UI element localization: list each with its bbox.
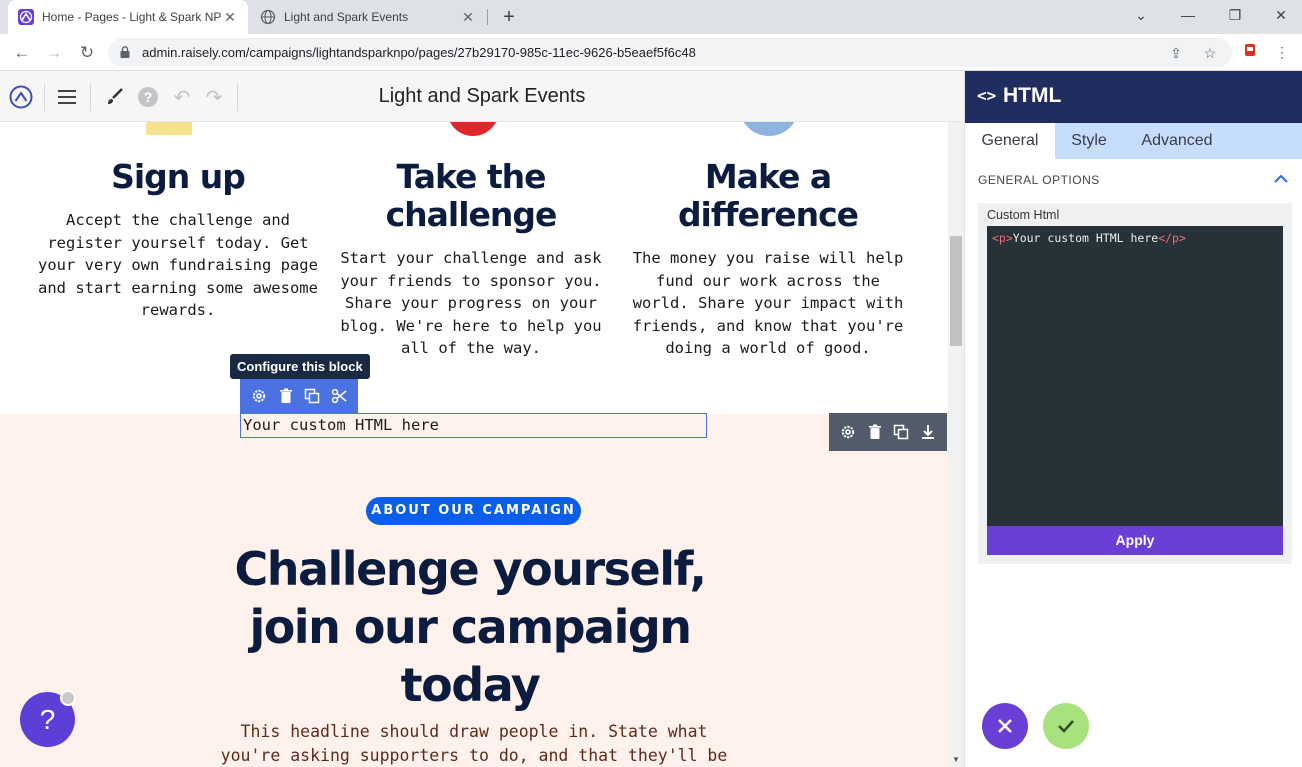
trash-icon[interactable] — [864, 421, 886, 443]
block-toolbar — [240, 379, 358, 413]
lock-icon — [118, 45, 132, 59]
tab-general[interactable]: General — [965, 123, 1055, 159]
chevron-down-icon[interactable]: ⌄ — [1118, 0, 1164, 30]
window-close-icon[interactable]: ✕ — [1258, 0, 1302, 30]
code-editor[interactable]: <p>Your custom HTML here</p> — [987, 226, 1283, 526]
step-sign-up: Sign up Accept the challenge and registe… — [38, 122, 318, 322]
star-icon[interactable]: ☆ — [1200, 43, 1220, 63]
panel-title: HTML — [1003, 84, 1062, 107]
tab-divider — [487, 9, 488, 25]
settings-panel: <> HTML General Style Advanced GENERAL O… — [964, 71, 1302, 767]
help-status-dot — [60, 690, 76, 706]
apply-button[interactable]: Apply — [987, 526, 1283, 555]
more-menu-icon[interactable]: ⋮ — [1272, 42, 1292, 62]
duplicate-icon[interactable] — [890, 421, 912, 443]
close-icon — [998, 719, 1012, 733]
campaign-headline: Challenge yourself, join our campaign to… — [234, 542, 707, 712]
step-make-difference: Make a difference The money you raise wi… — [628, 122, 908, 360]
download-icon[interactable] — [917, 421, 939, 443]
reload-icon[interactable]: ↻ — [75, 41, 99, 65]
custom-html-block[interactable]: Your custom HTML here — [240, 413, 707, 438]
panel-header: <> HTML — [965, 71, 1302, 123]
about-campaign-pill[interactable]: ABOUT OUR CAMPAIGN — [366, 497, 581, 525]
step-text: The money you raise will help fund our w… — [632, 249, 904, 357]
cancel-button[interactable] — [982, 703, 1028, 749]
tab-home-pages[interactable]: Home - Pages - Light & Spark NPO ✕ — [8, 0, 248, 34]
tab-advanced[interactable]: Advanced — [1129, 123, 1225, 159]
duplicate-icon[interactable] — [301, 385, 323, 407]
raisely-logo-icon[interactable] — [8, 84, 34, 110]
browser-toolbar: ← → ↻ admin.raisely.com/campaigns/lighta… — [0, 34, 1302, 71]
restore-icon[interactable]: ❐ — [1212, 0, 1258, 30]
tab-style[interactable]: Style — [1055, 123, 1123, 159]
step-text: Start your challenge and ask your friend… — [340, 249, 602, 357]
scroll-down-arrow-icon[interactable]: ▼ — [952, 755, 960, 764]
page-canvas: Sign up Accept the challenge and registe… — [0, 122, 948, 767]
scrollbar-thumb[interactable] — [950, 236, 962, 346]
code-icon: <> — [977, 86, 997, 105]
extension-icon[interactable] — [1240, 42, 1260, 62]
close-icon[interactable]: ✕ — [460, 9, 476, 26]
trash-icon[interactable] — [275, 385, 297, 407]
step-title: Sign up — [111, 157, 246, 196]
forward-arrow-icon[interactable]: → — [42, 41, 66, 65]
code-close-tag: </p> — [1158, 231, 1186, 245]
step-text: Accept the challenge and register yourse… — [38, 211, 318, 319]
step-title: Take the challenge — [385, 157, 558, 234]
redo-icon[interactable]: ↷ — [201, 84, 227, 110]
toolbar-divider — [90, 83, 91, 111]
scissors-icon[interactable] — [328, 385, 350, 407]
back-arrow-icon[interactable]: ← — [10, 41, 34, 65]
code-open-tag: <p> — [992, 231, 1013, 245]
configure-tooltip: Configure this block — [230, 354, 370, 384]
panel-tabs: General Style Advanced — [965, 123, 1302, 159]
gear-icon[interactable] — [248, 385, 270, 407]
code-text: Your custom HTML here — [1012, 231, 1159, 245]
svg-text:?: ? — [144, 89, 153, 105]
tab-title: Home - Pages - Light & Spark NPO — [42, 10, 222, 24]
toolbar-divider — [44, 83, 45, 111]
custom-html-field: Custom Html <p>Your custom HTML here</p>… — [978, 203, 1292, 564]
close-icon[interactable]: ✕ — [222, 9, 238, 26]
new-tab-icon[interactable]: + — [498, 6, 520, 28]
raisely-icon — [18, 9, 34, 25]
chevron-up-icon[interactable] — [1271, 169, 1291, 189]
section-toolbar — [829, 413, 947, 451]
toolbar-divider — [237, 83, 238, 111]
custom-html-label: Custom Html — [987, 208, 1060, 222]
hamburger-menu-icon[interactable] — [54, 84, 80, 110]
gear-icon[interactable] — [837, 421, 859, 443]
editor-toolbar: Light and Spark Events ? ↶ ↷ — [0, 71, 964, 122]
general-options-label: GENERAL OPTIONS — [978, 173, 1100, 187]
browser-tab-strip: Home - Pages - Light & Spark NPO ✕ Light… — [0, 0, 1302, 34]
tab-title: Light and Spark Events — [284, 10, 409, 24]
paintbrush-icon[interactable] — [102, 84, 128, 110]
address-bar[interactable]: admin.raisely.com/campaigns/lightandspar… — [108, 38, 1232, 67]
checkmark-icon — [1058, 720, 1074, 733]
url-text: admin.raisely.com/campaigns/lightandspar… — [142, 45, 696, 60]
tab-light-and-spark-events[interactable]: Light and Spark Events ✕ — [250, 0, 486, 34]
share-icon[interactable]: ⇪ — [1166, 43, 1186, 63]
step-title: Make a difference — [677, 157, 859, 234]
campaign-lede: This headline should draw people in. Sta… — [220, 722, 728, 765]
globe-icon — [260, 9, 276, 25]
canvas-scrollbar[interactable]: ▼ — [948, 122, 964, 767]
minimize-icon[interactable]: — — [1165, 0, 1211, 30]
undo-icon[interactable]: ↶ — [169, 84, 195, 110]
step-take-challenge: Take the challenge Start your challenge … — [331, 122, 611, 360]
confirm-button[interactable] — [1043, 703, 1089, 749]
help-circle-icon[interactable]: ? — [135, 84, 161, 110]
